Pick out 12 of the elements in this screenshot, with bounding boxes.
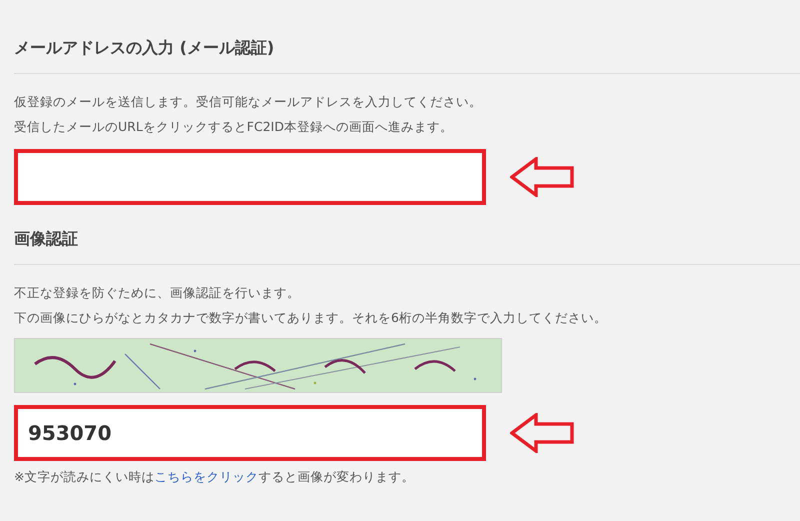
description-text: 下の画像にひらがなとカタカナで数字が書いてあります。それを6桁の半角数字で入力してください。	[14, 309, 607, 327]
refresh-hint-text: ※文字が読みにくい時は こちらをクリックすると画像が変わります。	[14, 468, 414, 486]
input-field[interactable]: 953070	[14, 405, 486, 461]
left-arrow-icon	[510, 157, 574, 197]
section-heading: メールアドレスの入力 (メール認証)	[14, 37, 274, 59]
refresh-link[interactable]: こちらをクリック	[154, 469, 258, 484]
description-text: 不正な登録を防ぐために、画像認証を行います。	[14, 284, 300, 302]
section-heading: 画像認証	[14, 228, 78, 250]
left-arrow-icon	[510, 413, 574, 453]
input-field[interactable]	[14, 149, 486, 205]
description-text: 受信したメールのURLをクリックするとFC2ID本登録への画面へ進みます。	[14, 118, 453, 136]
description-text: 仮登録のメールを送信します。受信可能なメールアドレスを入力してください。	[14, 93, 482, 111]
